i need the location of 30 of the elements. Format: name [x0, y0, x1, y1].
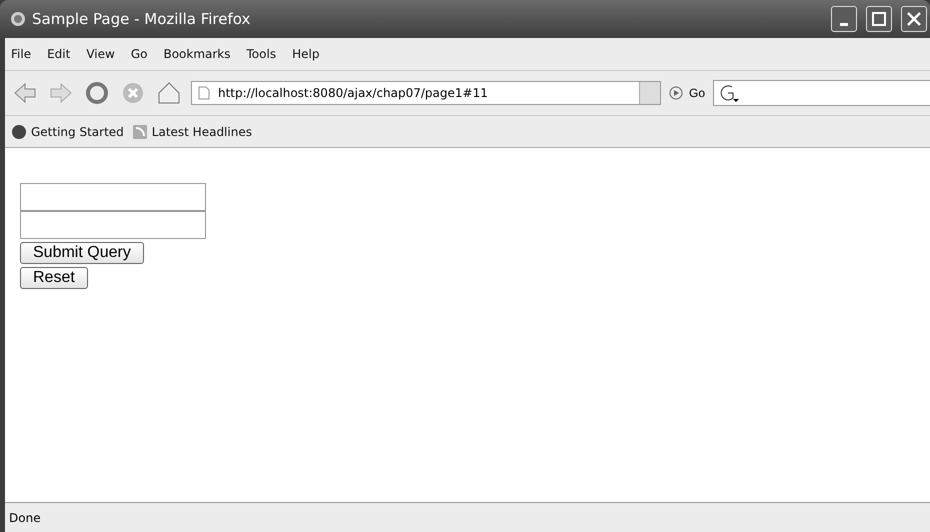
feed-icon	[132, 124, 148, 140]
go-button[interactable]: Go	[669, 86, 706, 100]
reset-button[interactable]: Reset	[20, 267, 88, 289]
menu-item[interactable]: File	[11, 47, 32, 61]
menu-item[interactable]: Bookmarks	[163, 47, 231, 61]
bookmark-link[interactable]: Latest Headlines	[132, 124, 252, 140]
bookmark-link[interactable]: Getting Started	[11, 124, 124, 140]
maximize-button[interactable]	[866, 6, 892, 32]
menu-item[interactable]: Edit	[47, 47, 70, 61]
close-button[interactable]	[901, 6, 927, 32]
menu-item[interactable]: Help	[292, 47, 320, 61]
status-text: Done	[9, 510, 41, 524]
menu-item[interactable]: View	[86, 47, 115, 61]
browser-icon	[10, 11, 26, 27]
menu-item[interactable]: Tools	[246, 47, 276, 61]
text-field[interactable]	[20, 183, 206, 211]
menu-item[interactable]: Go	[130, 47, 148, 61]
page-icon	[198, 86, 210, 100]
minimize-button[interactable]	[831, 6, 857, 32]
close-icon	[907, 12, 921, 26]
window-title: Sample Page - Mozilla Firefox	[32, 10, 252, 28]
maximize-icon	[872, 12, 886, 26]
minimize-icon	[840, 22, 848, 26]
play-icon	[669, 86, 683, 100]
search-engine-icon[interactable]	[718, 83, 740, 103]
search-field[interactable]	[713, 80, 930, 106]
submit-button[interactable]: Submit Query	[20, 242, 144, 264]
dropdown-button[interactable]	[639, 82, 660, 104]
address-bar[interactable]: http://localhost:8080/ajax/chap07/page1#11	[191, 81, 661, 105]
text-field[interactable]	[20, 211, 206, 239]
